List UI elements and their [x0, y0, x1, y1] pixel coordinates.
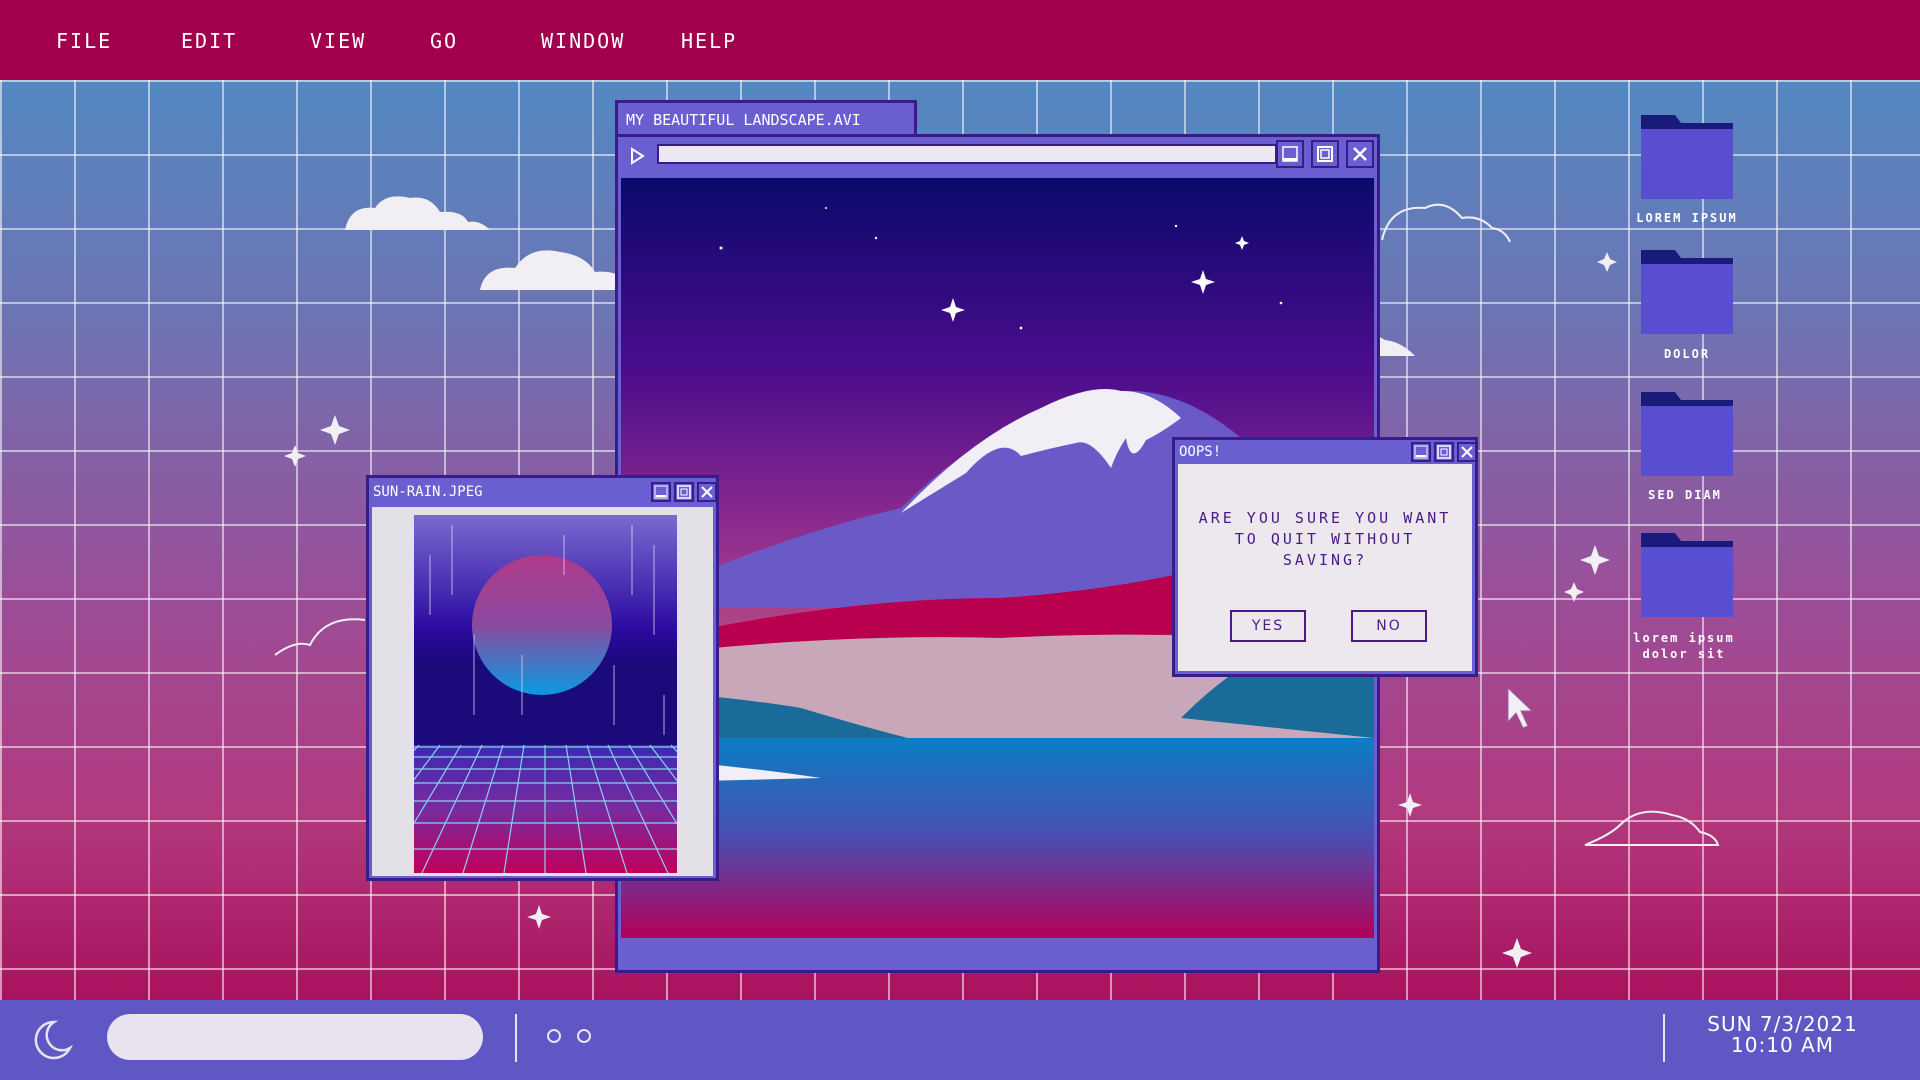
video-window-title: MY BEAUTIFUL LANDSCAPE.AVI [626, 111, 861, 129]
image-close-button[interactable] [697, 482, 717, 502]
no-button[interactable]: NO [1351, 610, 1427, 642]
start-button[interactable] [32, 1018, 74, 1060]
sun-rain-image [414, 515, 677, 873]
menu-file[interactable]: FILE [56, 0, 112, 80]
dialog-message: ARE YOU SURE YOU WANT TO QUIT WITHOUT SA… [1198, 509, 1452, 569]
play-icon [631, 147, 645, 165]
image-viewer-window: SUN-RAIN.JPEG [366, 475, 719, 881]
maximize-icon [1317, 146, 1333, 162]
folder-label-lorem-ipsum: LOREM IPSUM [1636, 211, 1738, 225]
desktop-folder-lorem-ipsum[interactable] [1641, 115, 1733, 199]
folder-label-sed-diam: SED DIAM [1648, 488, 1722, 502]
moon-icon [34, 1020, 74, 1060]
image-minimize-button[interactable] [651, 482, 671, 502]
dialog-maximize-button[interactable] [1434, 442, 1454, 462]
dialog-body: ARE YOU SURE YOU WANT TO QUIT WITHOUT SA… [1178, 464, 1472, 671]
dialog-close-button[interactable] [1457, 442, 1477, 462]
video-maximize-button[interactable] [1311, 140, 1339, 168]
folder-label-lorem-ipsum-dolor-sit: lorem ipsum dolor sit [1633, 631, 1735, 661]
confirm-dialog: OOPS! ARE YOU SURE YOU WANT TO QUIT WITH… [1172, 437, 1478, 677]
image-maximize-button[interactable] [674, 482, 694, 502]
close-icon [1461, 446, 1473, 458]
video-minimize-button[interactable] [1276, 140, 1304, 168]
taskbar-divider [515, 1014, 517, 1062]
image-window-title: SUN-RAIN.JPEG [373, 484, 483, 500]
folder-icon [1641, 115, 1733, 199]
close-icon [701, 486, 713, 498]
image-canvas [372, 507, 713, 876]
cloud-icon [345, 196, 490, 230]
clock-date: SUN 7/3/2021 [1707, 1012, 1858, 1036]
taskbar-divider [1663, 1014, 1665, 1062]
folder-icon [1641, 392, 1733, 476]
folder-label-dolor: DOLOR [1663, 347, 1711, 361]
close-icon [1353, 147, 1367, 161]
desktop-folder-lorem-ipsum-dolor-sit[interactable] [1641, 533, 1733, 617]
menu-help[interactable]: HELP [681, 0, 737, 80]
maximize-icon [677, 485, 691, 499]
dialog-title: OOPS! [1179, 444, 1222, 460]
clock-time: 10:10 AM [1731, 1033, 1834, 1057]
minimize-icon [654, 485, 668, 499]
menu-view[interactable]: VIEW [310, 0, 366, 80]
menu-edit[interactable]: EDIT [181, 0, 237, 80]
taskbar-search-bar[interactable] [107, 1014, 483, 1060]
minimize-icon [1414, 445, 1428, 459]
folder-icon [1641, 533, 1733, 617]
dialog-minimize-button[interactable] [1411, 442, 1431, 462]
desktop-folder-sed-diam[interactable] [1641, 392, 1733, 476]
taskbar-dot-indicator[interactable] [577, 1029, 591, 1043]
desktop-folder-dolor[interactable] [1641, 250, 1733, 334]
video-progress-bar[interactable] [657, 144, 1277, 164]
menu-go[interactable]: GO [430, 0, 458, 80]
folder-icon [1641, 250, 1733, 334]
video-close-button[interactable] [1346, 140, 1374, 168]
yes-button[interactable]: YES [1230, 610, 1306, 642]
mouse-cursor-icon [1507, 686, 1534, 729]
taskbar-dot-indicator[interactable] [547, 1029, 561, 1043]
minimize-icon [1282, 146, 1298, 162]
menu-bar: FILE EDIT VIEW GO WINDOW HELP [0, 0, 1920, 80]
maximize-icon [1437, 445, 1451, 459]
video-window-tab: MY BEAUTIFUL LANDSCAPE.AVI [615, 100, 917, 138]
taskbar-clock[interactable]: SUN 7/3/2021 10:10 AM [1690, 1014, 1875, 1056]
play-button[interactable] [627, 146, 647, 166]
menu-window[interactable]: WINDOW [541, 0, 625, 80]
